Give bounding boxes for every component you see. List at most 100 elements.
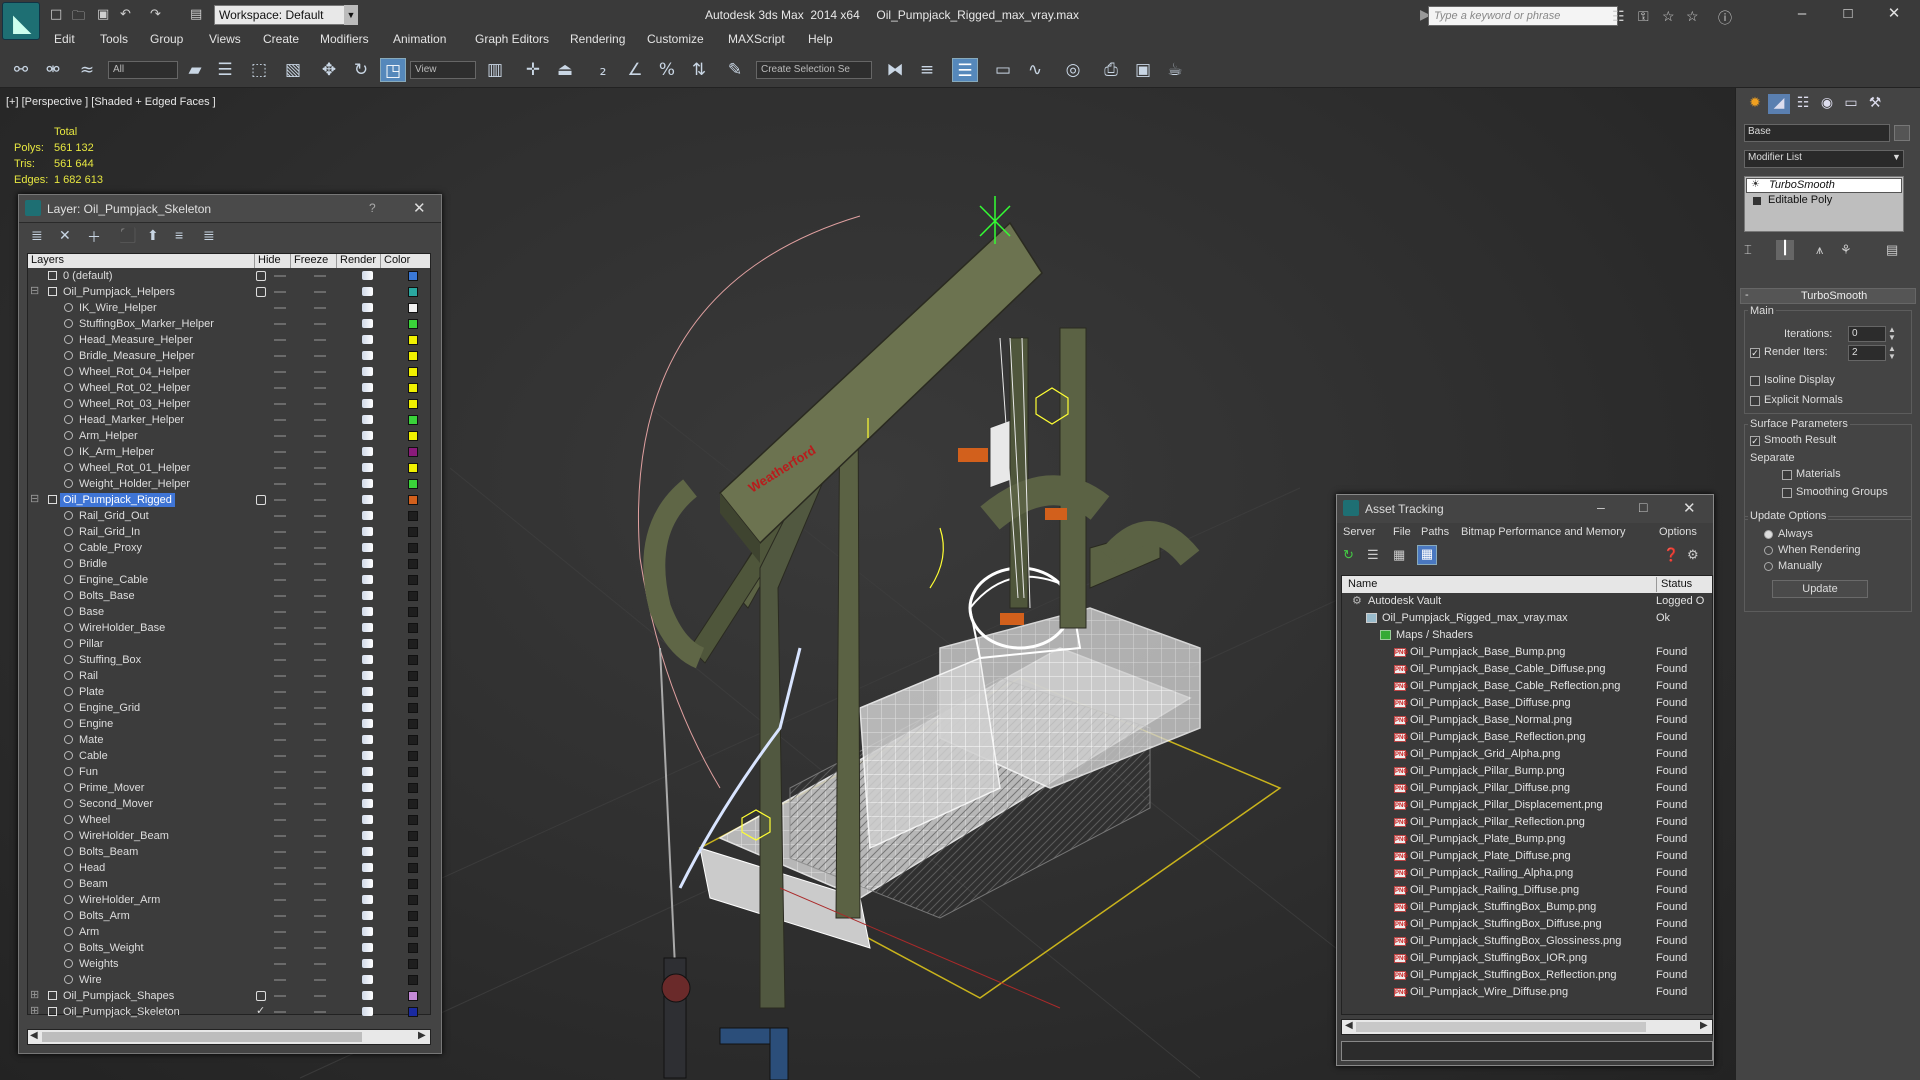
asset-row[interactable]: PNG Oil_Pumpjack_Railing_Alpha.png Found: [1342, 865, 1712, 882]
render-teapot-icon[interactable]: [362, 623, 373, 632]
freeze-toggle[interactable]: [314, 355, 326, 357]
layer-name[interactable]: StuffingBox_Marker_Helper: [76, 317, 217, 331]
hide-toggle[interactable]: [274, 563, 286, 565]
hide-toggle[interactable]: [274, 499, 286, 501]
layer-color-swatch[interactable]: [408, 319, 418, 329]
freeze-toggle[interactable]: [314, 931, 326, 933]
undo-icon[interactable]: ↶: [120, 7, 131, 22]
layer-color-swatch[interactable]: [408, 591, 418, 601]
layer-name[interactable]: Engine_Grid: [76, 701, 143, 715]
key-icon[interactable]: ⚿: [1638, 8, 1649, 25]
render-teapot-icon[interactable]: [362, 335, 373, 344]
freeze-toggle[interactable]: [314, 723, 326, 725]
scroll-thumb[interactable]: [42, 1032, 362, 1042]
layer-color-swatch[interactable]: [408, 447, 418, 457]
layer-name[interactable]: Bridle: [76, 557, 110, 571]
layer-name[interactable]: Head_Marker_Helper: [76, 413, 187, 427]
expand-toggle-icon[interactable]: ⊟: [30, 492, 39, 505]
layer-row[interactable]: Engine: [28, 716, 430, 732]
asset-row[interactable]: PNG Oil_Pumpjack_StuffingBox_Reflection.p…: [1342, 967, 1712, 984]
hide-toggle[interactable]: [274, 771, 286, 773]
layer-name[interactable]: Weight_Holder_Helper: [76, 477, 193, 491]
unlink-icon[interactable]: ⚮: [40, 58, 66, 82]
layer-name[interactable]: Plate: [76, 685, 107, 699]
add-to-layer-icon[interactable]: ⬛: [119, 227, 136, 244]
hide-toggle[interactable]: [274, 963, 286, 965]
asset-menu-bitmap[interactable]: Bitmap Performance and Memory: [1461, 526, 1625, 538]
layer-color-swatch[interactable]: [408, 463, 418, 473]
layer-row[interactable]: Weights: [28, 956, 430, 972]
layer-color-swatch[interactable]: [408, 927, 418, 937]
hide-toggle[interactable]: [274, 275, 286, 277]
active-layer-checkbox[interactable]: [256, 287, 266, 297]
refresh-icon[interactable]: ↻: [1343, 547, 1354, 563]
render-teapot-icon[interactable]: [362, 815, 373, 824]
update-button[interactable]: Update: [1772, 580, 1868, 598]
pin-stack-icon[interactable]: ⌶: [1744, 242, 1752, 258]
render-teapot-icon[interactable]: [362, 719, 373, 728]
graphite-tools-icon[interactable]: ▭: [990, 58, 1016, 82]
workspace-dropdown[interactable]: Workspace: Default: [214, 5, 358, 25]
redo-icon[interactable]: ↷: [150, 7, 161, 22]
layer-name[interactable]: WireHolder_Base: [76, 621, 168, 635]
render-teapot-icon[interactable]: [362, 799, 373, 808]
freeze-toggle[interactable]: [314, 675, 326, 677]
save-file-icon[interactable]: ▣: [97, 7, 109, 22]
menu-help[interactable]: Help: [808, 32, 833, 46]
layer-row[interactable]: Fun: [28, 764, 430, 780]
horizontal-scrollbar[interactable]: ◀ ▶: [1341, 1019, 1713, 1035]
freeze-toggle[interactable]: [314, 611, 326, 613]
render-teapot-icon[interactable]: [362, 591, 373, 600]
layer-name[interactable]: Wire: [76, 973, 105, 987]
layer-name[interactable]: Bridle_Measure_Helper: [76, 349, 198, 363]
layer-row[interactable]: Engine_Cable: [28, 572, 430, 588]
asset-menu-file[interactable]: File: [1393, 526, 1411, 538]
freeze-toggle[interactable]: [314, 371, 326, 373]
hide-toggle[interactable]: [274, 883, 286, 885]
layer-color-swatch[interactable]: [408, 671, 418, 681]
hide-toggle[interactable]: [274, 323, 286, 325]
layer-row[interactable]: ⊞ Oil_Pumpjack_Shapes: [28, 988, 430, 1004]
hide-toggle[interactable]: [274, 915, 286, 917]
layer-row[interactable]: Arm: [28, 924, 430, 940]
menu-views[interactable]: Views: [209, 32, 241, 46]
freeze-toggle[interactable]: [314, 979, 326, 981]
highlight-layer-icon[interactable]: ≡: [175, 227, 183, 243]
hide-toggle[interactable]: [274, 979, 286, 981]
hide-toggle[interactable]: [274, 531, 286, 533]
render-teapot-icon[interactable]: [362, 927, 373, 936]
expand-toggle-icon[interactable]: ⊞: [30, 988, 39, 1001]
hide-toggle[interactable]: [274, 739, 286, 741]
help-icon[interactable]: ❓: [1663, 547, 1679, 563]
search-input[interactable]: Type a keyword or phrase: [1428, 6, 1618, 26]
active-layer-checkbox[interactable]: [256, 495, 266, 505]
layer-name[interactable]: Wheel_Rot_04_Helper: [76, 365, 193, 379]
hide-toggle[interactable]: [274, 723, 286, 725]
object-name-field[interactable]: Base: [1744, 124, 1890, 142]
select-object-icon[interactable]: ▰: [182, 58, 208, 82]
asset-row[interactable]: PNG Oil_Pumpjack_Pillar_Diffuse.png Found: [1342, 780, 1712, 797]
asset-row[interactable]: PNG Oil_Pumpjack_StuffingBox_Bump.png Foun…: [1342, 899, 1712, 916]
render-teapot-icon[interactable]: [362, 975, 373, 984]
rotate-icon[interactable]: ↻: [348, 58, 374, 82]
layer-row[interactable]: Second_Mover: [28, 796, 430, 812]
render-teapot-icon[interactable]: [362, 575, 373, 584]
favorites-star-icon[interactable]: ☆: [1686, 8, 1699, 25]
minimize-icon[interactable]: –: [1597, 499, 1605, 515]
layer-row[interactable]: IK_Wire_Helper: [28, 300, 430, 316]
asset-row[interactable]: ⚙ Autodesk Vault Logged O: [1342, 593, 1712, 610]
layer-color-swatch[interactable]: [408, 431, 418, 441]
layer-manager-icon[interactable]: ☰: [952, 58, 978, 82]
layer-color-swatch[interactable]: [408, 911, 418, 921]
rectangular-selection-icon[interactable]: ⬚: [246, 58, 272, 82]
layer-row[interactable]: Bridle: [28, 556, 430, 572]
layer-name[interactable]: Base: [76, 605, 107, 619]
scroll-right-icon[interactable]: ▶: [1700, 1020, 1708, 1031]
asset-menu-paths[interactable]: Paths: [1421, 526, 1449, 538]
layer-name[interactable]: Fun: [76, 765, 101, 779]
layer-name[interactable]: WireHolder_Beam: [76, 829, 172, 843]
col-name[interactable]: Name: [1348, 578, 1377, 590]
asset-row[interactable]: Maps / Shaders: [1342, 627, 1712, 644]
hide-toggle[interactable]: [274, 451, 286, 453]
viewport-label[interactable]: [+] [Perspective ] [Shaded + Edged Faces…: [6, 96, 216, 108]
